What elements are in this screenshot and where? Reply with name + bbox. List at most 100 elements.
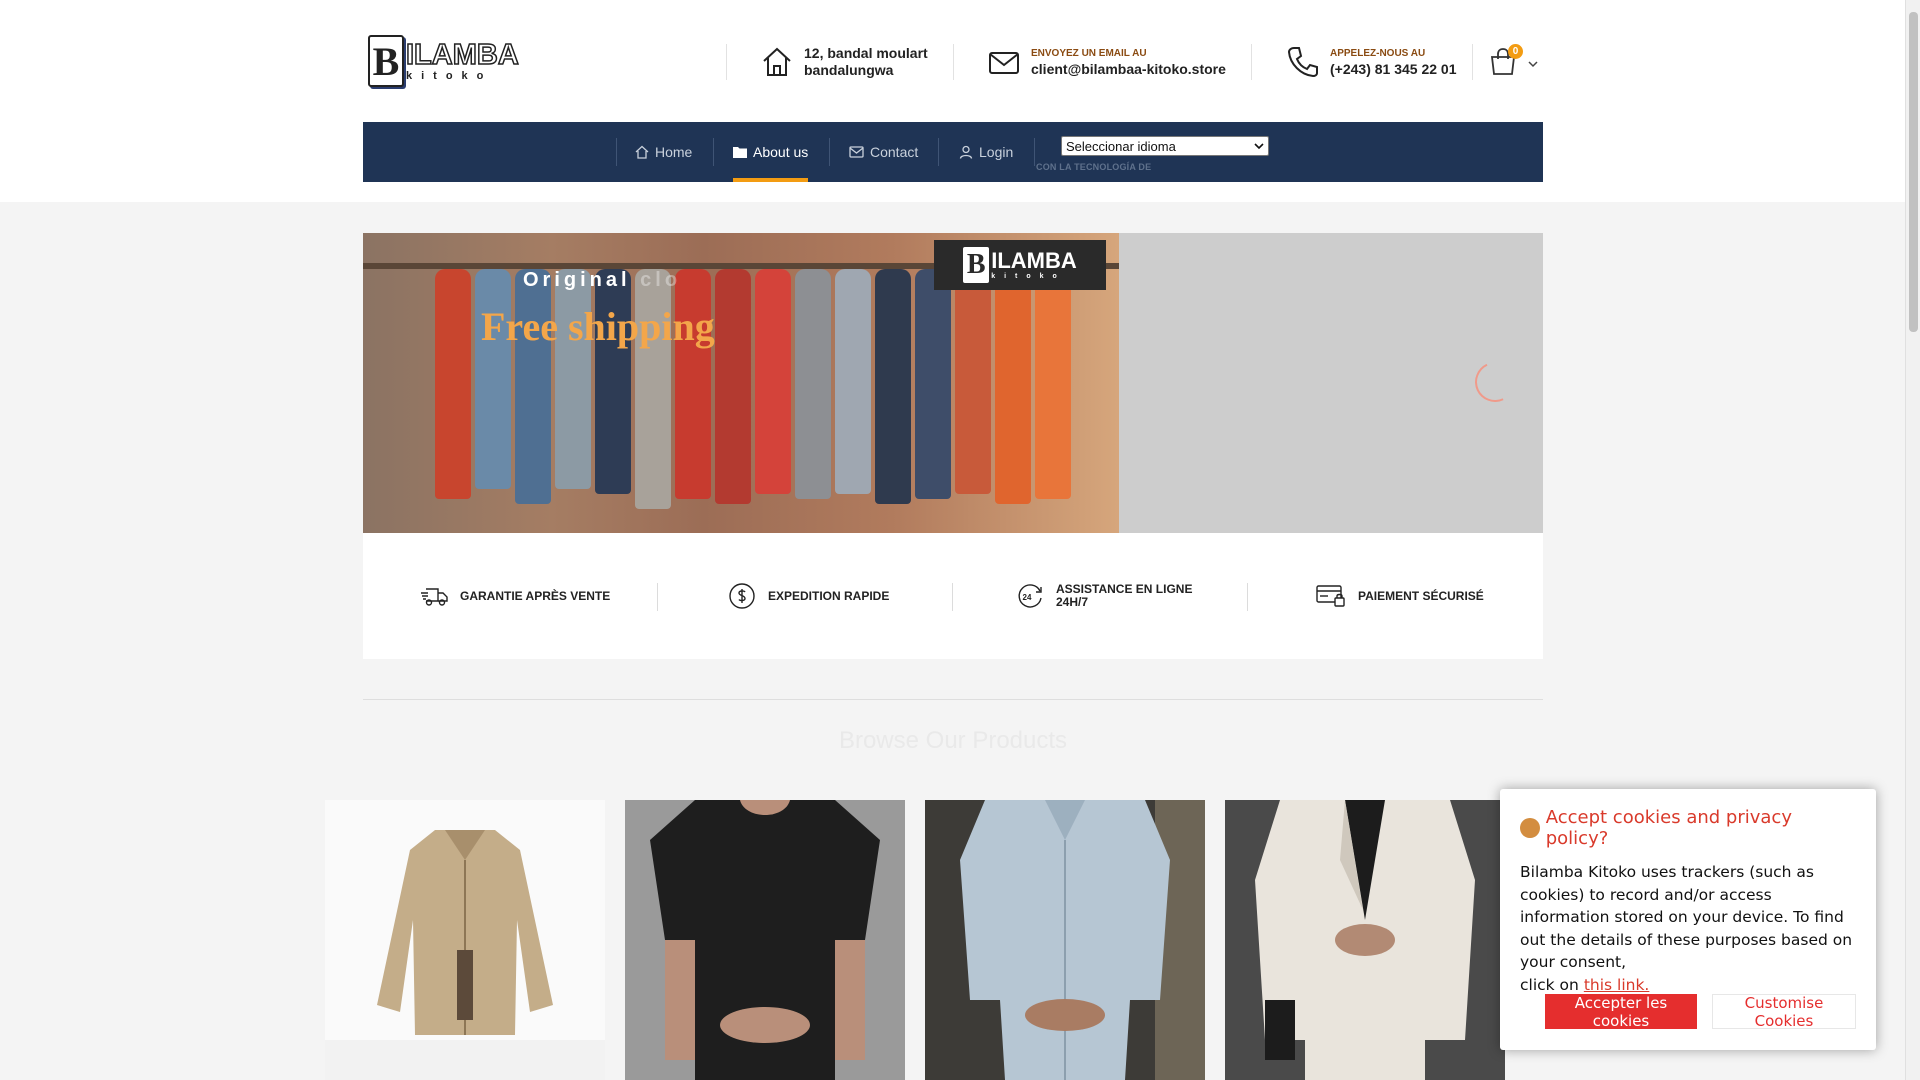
truck-icon [421,588,448,606]
customise-cookies-button[interactable]: Customise Cookies [1712,994,1856,1030]
folder-icon [733,147,747,158]
feature-support-line-1: ASSISTANCE EN LIGNE [1056,582,1193,596]
section-title: Browse Our Products [838,727,1068,754]
privacy-policy-link[interactable]: this link. [1584,976,1650,994]
product-card-jacket[interactable] [325,800,605,1080]
feature-shipping: EXPEDITION RAPIDE [728,533,889,659]
phone-icon [1287,47,1318,78]
site-header: B ILAMBA kitoko 12, bandal moulart banda… [0,0,1905,122]
product-image [1225,800,1505,1080]
site-logo[interactable]: B ILAMBA kitoko [368,34,528,88]
home-icon [635,145,649,159]
address-info: 12, bandal moulart bandalungwa [760,42,928,82]
feature-shipping-label: EXPEDITION RAPIDE [768,588,890,603]
feature-warranty-label: GARANTIE APRÈS VENTE [460,588,611,603]
feature-divider [1247,583,1248,611]
nav-login[interactable]: Login [959,122,1013,182]
home-icon [763,47,791,76]
address-line-1: 12, bandal moulart [804,45,928,61]
email-label: ENVOYEZ UN EMAIL AU [1031,47,1147,59]
nav-contact[interactable]: Contact [849,122,918,182]
garment [435,269,471,499]
features-bar: GARANTIE APRÈS VENTE EXPEDITION RAPIDE 2… [363,533,1543,659]
garment [995,269,1031,504]
nav-about-us-label: About us [753,144,809,160]
hero-title: Free shipping [481,304,715,349]
nav-divider [938,138,939,166]
cookie-icon [1520,818,1540,838]
nav-home-label: Home [655,144,693,160]
dollar-icon [729,583,755,609]
garment [955,269,991,494]
hero-subtitle: Original clo [523,269,681,292]
support-24-icon: 24 [1018,584,1042,608]
garment [795,269,831,499]
hero-slide[interactable]: B ILAMBA kitoko Original clo Free shippi… [363,233,1119,533]
feature-payment-label: PAIEMENT SÉCURISÉ [1358,588,1484,603]
garment [755,269,791,494]
product-card-shirt[interactable] [925,800,1205,1080]
svg-text:24: 24 [1023,593,1032,602]
garment [555,269,591,489]
cookie-consent-dialog: Accept cookies and privacy policy? Bilam… [1500,789,1876,1050]
cookie-body: Bilamba Kitoko uses trackers (such as co… [1520,863,1853,971]
language-select[interactable]: Seleccionar idioma [1061,136,1269,156]
logo-letter: B [368,35,404,87]
garment [1035,269,1071,499]
email-value[interactable]: client@bilambaa-kitoko.store [1031,61,1226,78]
hero-subtitle-visible: Original [523,269,631,291]
accept-cookies-button[interactable]: Accepter les cookies [1545,994,1697,1030]
page-scrollbar[interactable] [1905,0,1920,1080]
feature-warranty: GARANTIE APRÈS VENTE [420,533,610,659]
garment [835,269,871,494]
cookie-title: Accept cookies and privacy policy? [1545,807,1792,849]
envelope-icon [849,146,864,158]
product-image [325,800,605,1040]
active-indicator [733,178,809,182]
cart-count-badge: 0 [1508,44,1523,59]
secure-payment-icon [1316,585,1345,607]
cookie-click-prefix: click on [1520,975,1579,994]
feature-support-line-2: 24H/7 [1056,595,1089,609]
user-icon [959,145,973,159]
nav-contact-label: Contact [870,144,919,160]
nav-home[interactable]: Home [635,122,692,182]
garment [475,269,511,489]
scrollbar-thumb[interactable] [1909,12,1918,332]
logo-name: ILAMBA [405,39,519,71]
cookie-description: Bilamba Kitoko uses trackers (such as co… [1520,861,1856,996]
hero-brand-sub: kitoko [991,272,1066,280]
feature-support-label: ASSISTANCE EN LIGNE 24H/7 [1056,583,1192,609]
divider [1251,44,1252,80]
divider [1472,44,1473,80]
hero-brand-logo: B ILAMBA kitoko [934,240,1106,290]
address-line-2: bandalungwa [804,62,894,78]
nav-divider [829,138,830,166]
phone-info[interactable]: APPELEZ-NOUS AU (+243) 81 345 22 01 [1286,42,1457,82]
nav-about-us[interactable]: About us [733,122,809,182]
phone-value[interactable]: (+243) 81 345 22 01 [1330,61,1457,78]
divider [726,44,727,80]
email-info[interactable]: ENVOYEZ UN EMAIL AU client@bilambaa-kito… [987,42,1226,82]
feature-divider [952,583,953,611]
nav-login-label: Login [979,144,1014,160]
divider [953,44,954,80]
phone-label: APPELEZ-NOUS AU [1330,47,1426,59]
garment [915,269,951,499]
feature-support: 24 ASSISTANCE EN LIGNE 24H/7 [1016,533,1192,659]
logo-sub: kitoko [406,70,493,82]
product-card-tshirt[interactable] [625,800,905,1080]
hero-subtitle-faded: clo [640,269,682,291]
hero-brand-name: ILAMBA [991,247,1077,273]
nav-divider [713,138,714,166]
hero-brand-letter: B [963,247,990,283]
chevron-down-icon [1254,142,1264,149]
nav-divider [1034,138,1035,166]
cart-button[interactable]: 0 [1488,44,1540,78]
product-image [625,800,905,1080]
section-divider [363,699,1543,700]
main-navbar: Home About us Contact Login Seleccionar … [363,122,1543,182]
product-image [925,800,1205,1080]
nav-divider [616,138,617,166]
product-card-blazer[interactable] [1225,800,1505,1080]
